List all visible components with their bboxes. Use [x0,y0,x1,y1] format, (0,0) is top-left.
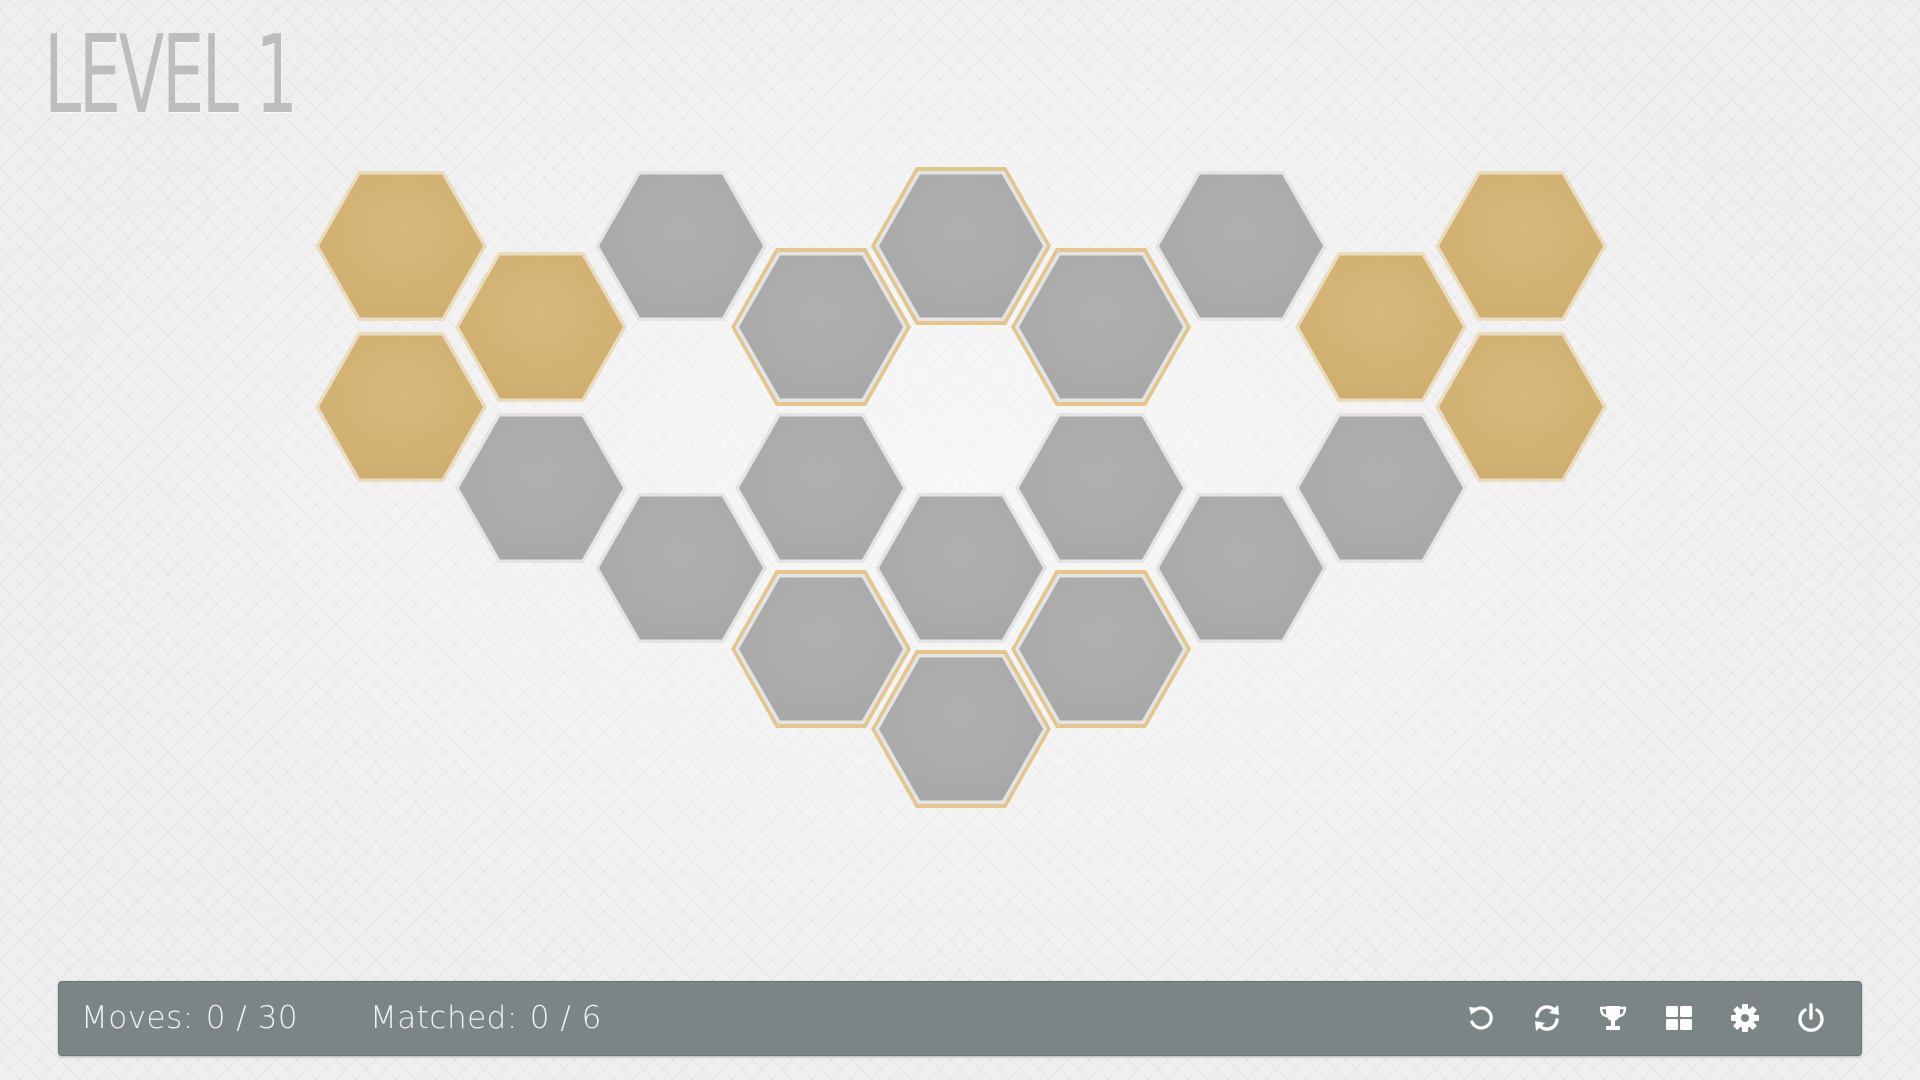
settings-button[interactable] [1725,996,1765,1040]
achievements-button[interactable] [1593,996,1633,1040]
matched-label: Matched: [370,1000,518,1036]
power-icon [1798,1003,1824,1032]
moves-label: Moves: [81,1000,194,1036]
undo-icon [1469,1006,1493,1030]
restart-button[interactable] [1527,996,1567,1040]
hex-tile-gold[interactable] [1427,163,1615,329]
settings-gear-icon [1731,1004,1759,1032]
matched-counter: Matched: 0 / 6 [370,1000,602,1036]
hex-board [0,0,1920,1080]
restart-icon [1535,1005,1559,1031]
moves-counter: Moves: 0 / 30 [81,1000,298,1036]
undo-button[interactable] [1461,996,1501,1040]
status-bar: Moves: 0 / 30 Matched: 0 / 6 [58,981,1862,1056]
level-select-button[interactable] [1659,996,1699,1040]
level-grid-icon [1666,1006,1692,1030]
matched-value: 0 / 6 [529,1000,602,1036]
trophy-icon [1599,1006,1627,1030]
quit-button[interactable] [1791,996,1831,1040]
toolbar [1461,996,1831,1040]
moves-value: 0 / 30 [205,1000,299,1036]
hex-tile-gold[interactable] [1427,324,1615,490]
